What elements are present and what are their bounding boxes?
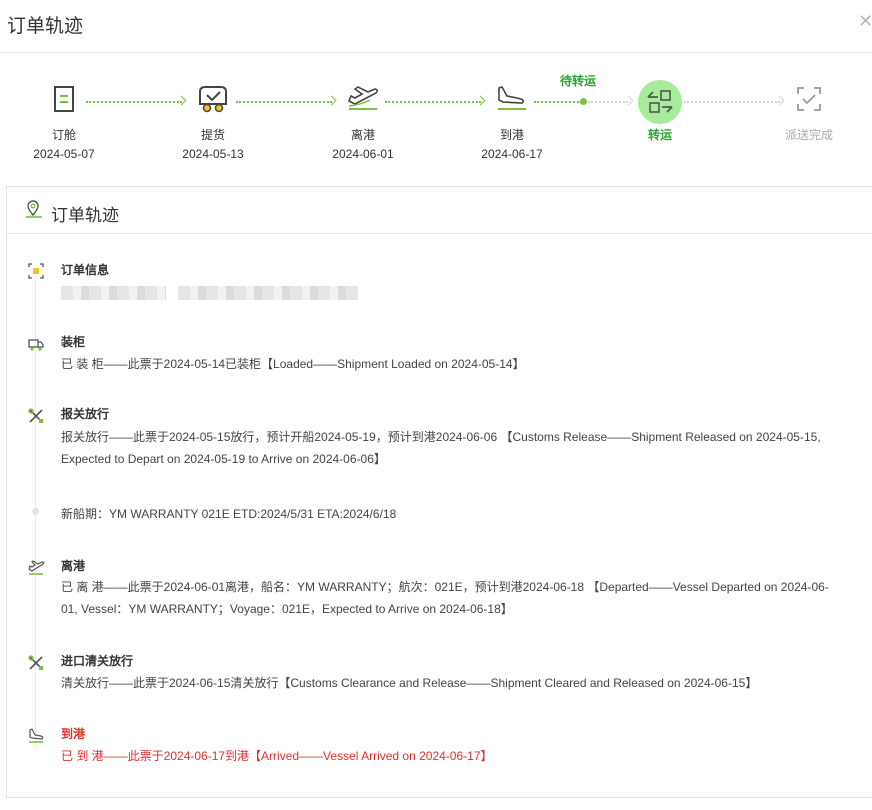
step-connector [86,101,182,103]
panel-header: 订单轨迹 [7,187,872,234]
step-date: 2024-05-07 [33,147,95,161]
event-description: 清关放行——此票于2024-06-15清关放行【Customs Clearanc… [61,676,758,690]
step-connector [588,101,628,103]
customs-tools-icon [28,655,43,670]
pending-dot [580,98,587,105]
plane-arrival-icon [494,81,530,117]
transfer-icon [638,80,682,124]
step-date: 2024-06-17 [481,147,543,161]
delivery-done-icon [791,81,827,117]
step-connector [385,101,481,103]
step-arrow-icon [623,95,634,106]
pickup-truck-icon [195,81,231,117]
step-date: 2024-05-13 [182,147,244,161]
event-description: 已 装 柜——此票于2024-05-14已装柜【Loaded——Shipment… [61,357,525,371]
step-label: 到港 [499,128,524,142]
event-title: 订单信息 [61,263,110,277]
panel-title: 订单轨迹 [51,206,119,225]
event-title: 装柜 [61,335,86,349]
event-description: 新船期：YM WARRANTY 021E ETD:2024/5/31 ETA:2… [61,507,397,521]
plane-arrival-icon [29,728,44,743]
timeline-dot [32,508,39,515]
truck-icon [28,339,44,351]
step-arrow-icon [774,95,785,106]
dialog-header: 订单轨迹 ✕ [0,0,872,53]
progress-stepper: 待转运 订舱 2024-05-07 提货 2024-05-13 离港 2024-… [0,53,872,183]
step-label: 转运 [647,128,672,142]
step-label: 离港 [350,128,375,142]
pending-transfer-label: 待转运 [560,74,597,88]
step-connector [684,101,780,103]
step-connector [534,101,582,103]
step-date: 2024-06-01 [332,147,394,161]
order-info-icon [28,263,44,279]
event-description: 报关放行——此票于2024-05-15放行，预计开船2024-05-19，预计到… [61,430,821,466]
track-panel: 订单轨迹 [6,186,872,798]
event-description: 已 到 港——此票于2024-06-17到港【Arrived——Vessel A… [61,749,493,763]
plane-departure-icon [28,560,45,575]
customs-tools-icon [28,408,43,423]
close-icon[interactable]: ✕ [858,12,872,30]
step-arrow-icon [475,95,486,106]
event-description: 已 离 港——此票于2024-06-01离港，船名：YM WARRANTY；航次… [61,580,829,616]
step-arrow-icon [326,95,337,106]
location-pin-icon [26,200,42,218]
event-title: 进口清关放行 [61,654,134,668]
dialog-title: 订单轨迹 [7,16,84,37]
step-arrow-icon [176,95,187,106]
order-number-redacted [61,281,841,303]
event-title: 离港 [61,559,86,573]
plane-departure-icon [345,81,381,117]
event-title: 报关放行 [61,407,110,421]
document-icon [46,81,82,117]
step-connector [236,101,332,103]
event-title: 到港 [61,727,86,741]
step-label: 提货 [200,128,225,142]
step-label: 订舱 [51,128,76,142]
step-label: 派送完成 [784,128,833,142]
